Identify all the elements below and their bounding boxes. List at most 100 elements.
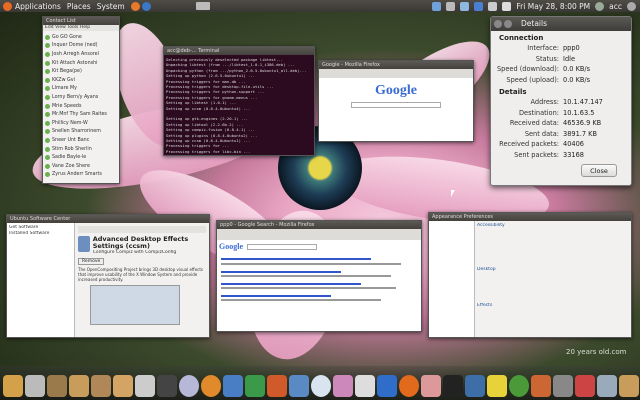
- anchor-icon[interactable]: [3, 375, 23, 397]
- contact-list-titlebar[interactable]: Contact List: [43, 17, 119, 25]
- network-icon[interactable]: [460, 1, 470, 11]
- firefox-window-large[interactable]: ppp0 - Google Search - Mozilla Firefox G…: [216, 220, 422, 332]
- app-icon: [78, 236, 90, 252]
- firefox-icon[interactable]: [399, 375, 419, 397]
- menu-places[interactable]: Places: [67, 2, 91, 11]
- contact-name: KKZw Gvi: [52, 77, 75, 83]
- contact-item[interactable]: Lorny Bern/y Ayans: [43, 93, 119, 102]
- package-icon[interactable]: [47, 375, 67, 397]
- detail-value: 40406: [563, 140, 584, 148]
- close-window-icon[interactable]: [494, 20, 502, 28]
- menu-applications[interactable]: Applications: [15, 2, 61, 11]
- online-status-icon: [45, 34, 50, 40]
- contact-list-window[interactable]: Contact List Edit View Tools Help Go GO …: [42, 16, 120, 184]
- network-dock-icon[interactable]: [597, 375, 617, 397]
- remove-button[interactable]: Remove: [78, 258, 105, 265]
- equalizer-icon[interactable]: [553, 375, 573, 397]
- terminal-window[interactable]: acc@deb-... Terminal Selecting previousl…: [163, 46, 315, 156]
- contact-item[interactable]: Mr.Mnf Thy Sam Raites: [43, 110, 119, 119]
- spreadsheet-icon[interactable]: [245, 375, 265, 397]
- chrome-icon[interactable]: [509, 375, 529, 397]
- contact-item[interactable]: Phillicy Nem-W: [43, 119, 119, 128]
- clock[interactable]: Fri May 28, 8:00 PM: [516, 2, 590, 11]
- terminal-icon[interactable]: [443, 375, 463, 397]
- battery-icon[interactable]: [488, 1, 498, 11]
- drive-icon[interactable]: [135, 375, 155, 397]
- contact-item[interactable]: Sadie Bayle-le: [43, 153, 119, 162]
- text-editor-icon[interactable]: [223, 375, 243, 397]
- firefox-launcher-icon[interactable]: [130, 1, 140, 11]
- power-icon[interactable]: [627, 1, 636, 11]
- appearance-titlebar[interactable]: Appearance Preferences: [429, 213, 631, 221]
- folder-icon[interactable]: [69, 375, 89, 397]
- detail-value: ppp0: [563, 44, 580, 52]
- messenger-icon[interactable]: [465, 375, 485, 397]
- contact-item[interactable]: Kit Attach Astonshi: [43, 59, 119, 68]
- contact-name: Mrie Speeds: [52, 103, 82, 109]
- bluetooth-icon[interactable]: [474, 1, 484, 11]
- contact-item[interactable]: Inquer Dome (ned): [43, 42, 119, 51]
- help-icon[interactable]: [141, 1, 151, 11]
- trash-folder-icon[interactable]: [619, 375, 639, 397]
- contact-item[interactable]: Zyrus Anderr Smarts: [43, 171, 119, 180]
- contact-item[interactable]: Llmare My: [43, 85, 119, 94]
- files-icon[interactable]: [113, 375, 133, 397]
- results-search-box[interactable]: [247, 244, 317, 250]
- home-folder-icon[interactable]: [91, 375, 111, 397]
- movie-clapper-icon[interactable]: [157, 375, 177, 397]
- contact-item[interactable]: Vane Zoe Shere: [43, 162, 119, 171]
- user-name[interactable]: acc: [609, 2, 622, 11]
- contact-item[interactable]: Stim Rob Sherlin: [43, 145, 119, 154]
- settings-gear-icon[interactable]: [333, 375, 353, 397]
- user-icon[interactable]: [595, 1, 605, 11]
- disk-icon[interactable]: [25, 375, 45, 397]
- terminal-output[interactable]: Selecting previously deselected package …: [164, 55, 314, 155]
- cd-icon[interactable]: [179, 375, 199, 397]
- details-titlebar[interactable]: Details: [491, 17, 631, 31]
- paint-icon[interactable]: [421, 375, 441, 397]
- chat-icon[interactable]: [432, 1, 442, 11]
- sidebar-item-installed[interactable]: Installed Software: [9, 231, 72, 237]
- app-subtitle: Configure Compiz with CompizConfig: [92, 250, 177, 255]
- minimize-icon[interactable]: [504, 20, 512, 28]
- contact-item[interactable]: Snellen Sharrorinem: [43, 128, 119, 137]
- presentation-icon[interactable]: [267, 375, 287, 397]
- contact-menu-help[interactable]: Help: [80, 25, 90, 30]
- workspace-switcher-icon[interactable]: [196, 2, 210, 10]
- volume-icon[interactable]: [502, 1, 512, 11]
- brush-icon[interactable]: [487, 375, 507, 397]
- contact-item[interactable]: Mrie Speeds: [43, 102, 119, 111]
- bluetooth-dock-icon[interactable]: [377, 375, 397, 397]
- contact-menu-edit[interactable]: Edit: [45, 25, 54, 30]
- firefox-window-small[interactable]: Google - Mozilla Firefox Google: [318, 60, 474, 142]
- contact-item[interactable]: Go GO Gone: [43, 33, 119, 42]
- ubuntu-logo-icon[interactable]: [3, 1, 12, 11]
- photo-icon[interactable]: [355, 375, 375, 397]
- contact-item[interactable]: Sneer Unt Banc: [43, 136, 119, 145]
- software-center-window[interactable]: Ubuntu Software Center Get Software Inst…: [6, 214, 210, 338]
- google-results-logo: Google: [219, 242, 243, 251]
- contact-name: Llmare My: [52, 86, 77, 92]
- contact-item[interactable]: KKZw Gvi: [43, 76, 119, 85]
- firefox-large-titlebar[interactable]: ppp0 - Google Search - Mozilla Firefox: [217, 221, 421, 229]
- software-center-titlebar[interactable]: Ubuntu Software Center: [7, 215, 209, 223]
- firefox-small-titlebar[interactable]: Google - Mozilla Firefox: [319, 61, 473, 69]
- chat-bubble-icon[interactable]: [311, 375, 331, 397]
- close-button[interactable]: Close: [581, 164, 617, 177]
- google-search-box[interactable]: [351, 102, 441, 108]
- contact-item[interactable]: Kit Bega(pe): [43, 67, 119, 76]
- online-status-icon: [45, 77, 50, 83]
- contact-menu-tools[interactable]: Tools: [67, 25, 78, 30]
- desktop-options: [477, 273, 629, 303]
- monitor-icon[interactable]: [575, 375, 595, 397]
- contact-name: Mr.Mnf Thy Sam Raites: [52, 112, 107, 118]
- terminal-titlebar[interactable]: acc@deb-... Terminal: [164, 47, 314, 55]
- image-viewer-icon[interactable]: [289, 375, 309, 397]
- mail-icon[interactable]: [446, 1, 456, 11]
- appearance-window[interactable]: Appearance Preferences Accessibility Des…: [428, 212, 632, 338]
- audio-icon[interactable]: [531, 375, 551, 397]
- rhythmbox-icon[interactable]: [201, 375, 221, 397]
- contact-item[interactable]: Josh Arregh Ansorel: [43, 50, 119, 59]
- contact-menu-view[interactable]: View: [55, 25, 66, 30]
- menu-system[interactable]: System: [97, 2, 125, 11]
